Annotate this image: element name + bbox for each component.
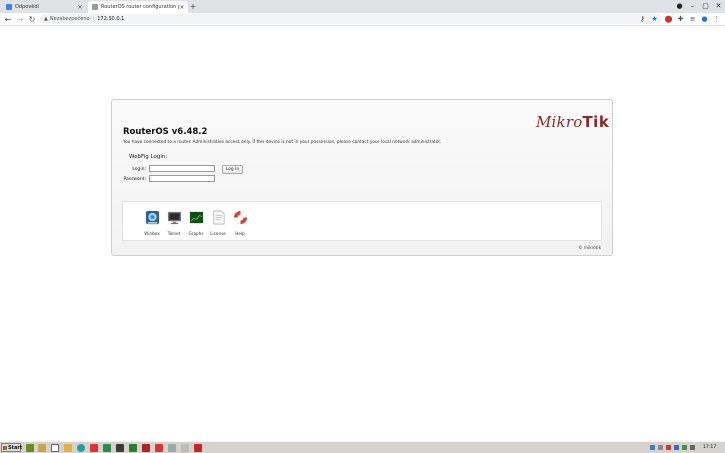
mikrotik-logo: MikroTik	[536, 113, 609, 131]
routeros-login-card: MikroTik RouterOS v6.48.2 You have conne…	[111, 99, 613, 256]
tab-routeros[interactable]: RouterOS router configuration page ✕	[88, 1, 188, 13]
license-label: License	[210, 231, 226, 236]
quicklaunch-folder-icon[interactable]	[38, 444, 46, 452]
url-text: 172.30.0.1	[97, 16, 125, 22]
tray-alert-icon[interactable]	[666, 445, 671, 450]
graphs-link[interactable]: Graphs	[185, 210, 207, 236]
menu-kebab-icon[interactable]: ⋮	[712, 15, 721, 24]
address-bar[interactable]: ▲ Nezabezpečeno | 172.30.0.1	[40, 14, 662, 24]
tab-label: Odpovědi	[15, 4, 39, 10]
app-gray-icon[interactable]	[168, 444, 176, 452]
security-label: Nezabezpečeno	[49, 16, 90, 22]
app-winbox-icon[interactable]	[194, 444, 202, 452]
quicklaunch-app-icon[interactable]	[26, 444, 34, 452]
extension-red-icon[interactable]: ⬤	[664, 15, 673, 24]
close-window-icon[interactable]: ✕	[714, 2, 723, 11]
profile-avatar-icon[interactable]: ●	[700, 15, 709, 24]
admin-notice: You have connected to a router. Administ…	[123, 140, 442, 145]
maximize-icon[interactable]: ▢	[701, 2, 710, 11]
app-dark-icon[interactable]	[116, 444, 124, 452]
forms-favicon-icon	[6, 4, 12, 10]
key-icon[interactable]: ⚷	[638, 15, 647, 24]
forward-icon[interactable]: →	[15, 14, 25, 25]
file-manager-icon[interactable]	[64, 444, 72, 452]
os-taskbar: Start 17:17	[0, 441, 725, 453]
new-tab-button[interactable]: +	[188, 1, 198, 12]
chrome-icon[interactable]	[77, 444, 85, 452]
help-link[interactable]: Help	[229, 210, 251, 236]
tray-network-icon[interactable]	[650, 445, 655, 450]
license-icon	[213, 210, 224, 225]
logo-suffix: Tik	[582, 113, 610, 131]
extensions-puzzle-icon[interactable]: ✚	[676, 15, 685, 24]
copyright-text: © mikrotik	[578, 245, 601, 250]
tools-panel: Winbox Telnet Graphs License Help	[122, 201, 602, 241]
app-acrobat-icon[interactable]	[155, 444, 163, 452]
logo-prefix: Mikro	[536, 113, 583, 131]
start-button[interactable]: Start	[1, 443, 23, 452]
password-input[interactable]	[149, 175, 215, 182]
windows-flag-icon	[3, 446, 7, 450]
winbox-label: Winbox	[144, 231, 160, 236]
login-input[interactable]	[149, 165, 215, 172]
help-icon	[233, 210, 247, 225]
tab-odpovedi[interactable]: Odpovědi ✕	[2, 1, 86, 13]
app-green-icon[interactable]	[103, 444, 111, 452]
profile-dot-icon[interactable]: ●	[675, 2, 684, 11]
close-tab-icon[interactable]: ✕	[77, 4, 83, 11]
telnet-link[interactable]: Telnet	[163, 210, 185, 236]
telnet-icon	[167, 211, 181, 225]
help-label: Help	[235, 231, 245, 236]
graphs-label: Graphs	[188, 231, 204, 236]
start-label: Start	[8, 445, 23, 451]
tab-label: RouterOS router configuration page	[101, 4, 179, 10]
tray-green-icon[interactable]	[682, 445, 687, 450]
webfig-login-heading: WebFig Login:	[129, 154, 168, 160]
mikrotik-favicon-icon	[92, 4, 98, 10]
page-title: RouterOS v6.48.2	[123, 127, 208, 137]
password-label: Password:	[123, 177, 146, 182]
back-icon[interactable]: ←	[3, 14, 13, 25]
tray-volume-icon[interactable]	[690, 445, 695, 450]
active-window-icon[interactable]	[51, 444, 59, 452]
address-separator: |	[92, 16, 95, 22]
media-player-icon[interactable]	[90, 444, 98, 452]
reload-icon[interactable]: ↻	[27, 14, 37, 25]
tray-bluetooth-icon[interactable]	[674, 445, 679, 450]
reading-list-icon[interactable]: ≡	[688, 15, 697, 24]
license-link[interactable]: License	[207, 210, 229, 236]
minimize-icon[interactable]: –	[688, 2, 697, 11]
app-light-icon[interactable]	[181, 444, 189, 452]
bookmark-star-icon[interactable]: ★	[650, 15, 659, 24]
login-button[interactable]: Log in	[222, 165, 243, 174]
login-label: Login:	[132, 167, 146, 172]
graphs-icon	[189, 211, 203, 224]
tray-printer-icon[interactable]	[658, 445, 663, 450]
app-red-icon[interactable]	[142, 444, 150, 452]
browser-tab-strip: Odpovědi ✕ RouterOS router configuration…	[0, 0, 725, 13]
close-tab-icon[interactable]: ✕	[179, 4, 185, 11]
winbox-icon	[145, 210, 159, 225]
telnet-label: Telnet	[167, 231, 181, 236]
browser-toolbar: ← → ↻ ▲ Nezabezpečeno | 172.30.0.1 ⚷ ★ ⬤ ✚ …	[0, 13, 725, 26]
winbox-link[interactable]: Winbox	[141, 210, 163, 236]
not-secure-warning-icon[interactable]: ▲	[44, 16, 48, 22]
app-excel-icon[interactable]	[129, 444, 137, 452]
taskbar-clock[interactable]: 17:17	[703, 443, 716, 452]
